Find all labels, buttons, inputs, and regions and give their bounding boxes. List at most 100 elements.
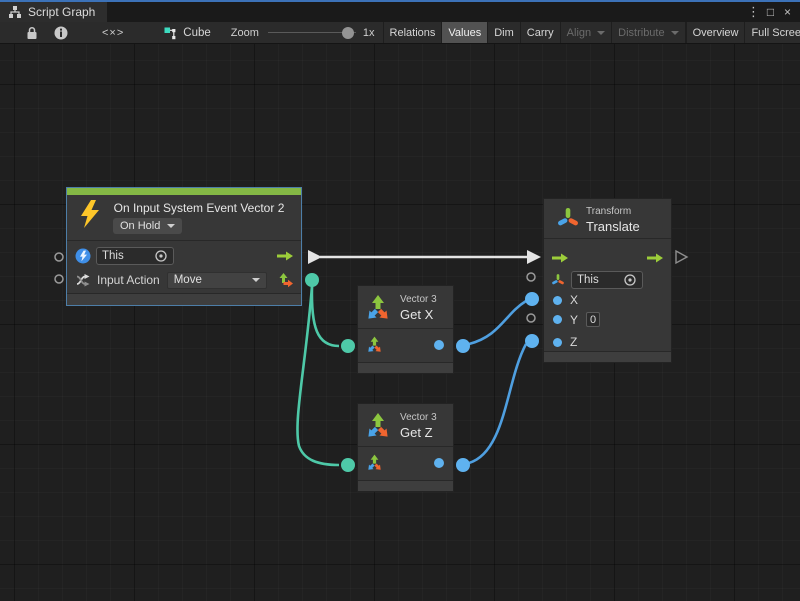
translate-this-input-port[interactable] [527, 273, 535, 281]
lock-button[interactable] [18, 22, 46, 43]
getx-footer [358, 362, 453, 373]
getx-header: Vector 3 Get X [358, 286, 453, 329]
getz-input-port[interactable] [341, 458, 355, 472]
zoom-control: Zoom 1x [231, 22, 375, 43]
graph-name: Cube [183, 27, 211, 39]
zoom-value: 1x [363, 27, 375, 39]
getx-type-label: Vector 3 [400, 294, 437, 305]
translate-output-trigger-port[interactable] [676, 251, 687, 263]
code-view-button[interactable]: <×> [94, 22, 132, 43]
object-picker-icon[interactable] [623, 273, 637, 287]
object-picker-icon[interactable] [154, 249, 168, 263]
event-node-footer [67, 293, 301, 305]
info-icon [54, 26, 68, 40]
event-mode-dropdown[interactable]: On Hold [113, 218, 182, 234]
zoom-label: Zoom [231, 27, 259, 39]
graph-breadcrumb[interactable]: Cube [160, 22, 215, 43]
input-action-value: Move [174, 274, 202, 286]
flow-arrow-out-icon [646, 252, 664, 264]
input-action-dropdown[interactable]: Move [167, 272, 267, 289]
event-this-input-port[interactable] [55, 253, 63, 261]
event-vector2-output-port[interactable] [305, 273, 319, 287]
tab-script-graph[interactable]: Script Graph [0, 2, 107, 22]
getx-body [358, 330, 453, 360]
divider [67, 240, 301, 241]
distribute-dropdown[interactable]: Distribute [612, 22, 685, 43]
window-menu-button[interactable]: ⋮ [745, 4, 762, 20]
getz-output-port[interactable] [456, 458, 470, 472]
carry-button[interactable]: Carry [521, 22, 561, 43]
vector3-icon [365, 412, 391, 440]
y-port-dot[interactable] [553, 315, 562, 324]
getz-footer [358, 480, 453, 491]
lightning-icon [80, 200, 100, 228]
info-button[interactable] [46, 22, 76, 43]
z-label: Z [570, 335, 577, 349]
y-value-input[interactable]: 0 [586, 312, 600, 327]
chevron-down-icon [252, 278, 260, 282]
relations-button[interactable]: Relations [384, 22, 443, 43]
translate-y-row: Y 0 [553, 312, 664, 327]
script-graph-window: Script Graph ⋮ □ × <×> [0, 0, 800, 601]
getx-op-label: Get X [400, 307, 433, 322]
chevron-down-icon [597, 31, 605, 35]
x-label: X [570, 293, 578, 307]
node-on-input-system-event[interactable]: On Input System Event Vector 2 On Hold T… [66, 187, 302, 306]
full-screen-button[interactable]: Full Screen [745, 22, 800, 43]
window-controls: ⋮ □ × [745, 2, 796, 22]
event-node-title: On Input System Event Vector 2 [101, 201, 297, 215]
translate-x-input-port[interactable] [525, 292, 539, 306]
node-get-x[interactable]: Vector 3 Get X [357, 285, 454, 374]
event-this-row: This [75, 247, 294, 265]
event-node-green-bar [67, 188, 301, 195]
overview-button[interactable]: Overview [686, 22, 746, 43]
translate-z-input-port[interactable] [525, 334, 539, 348]
vector3-mini-icon[interactable] [366, 336, 383, 354]
getz-result-port[interactable] [434, 458, 444, 468]
zoom-slider-handle[interactable] [342, 27, 354, 39]
z-port-dot[interactable] [553, 338, 562, 347]
translate-this-field[interactable]: This [571, 271, 643, 289]
lock-icon [26, 26, 38, 40]
align-label: Align [567, 27, 591, 39]
getz-op-label: Get Z [400, 425, 433, 440]
event-output-trigger-port[interactable] [308, 250, 322, 264]
event-inputaction-row: Input Action Move [75, 271, 294, 289]
graph-icon [164, 26, 178, 40]
translate-input-trigger-port[interactable] [527, 250, 541, 264]
getx-input-port[interactable] [341, 339, 355, 353]
input-action-icon [75, 272, 91, 288]
chevron-down-icon [671, 31, 679, 35]
translate-y-input-port[interactable] [527, 314, 535, 322]
translate-this-row: This [551, 271, 664, 289]
vector2-icon [278, 272, 294, 288]
node-translate[interactable]: Transform Translate [543, 198, 672, 363]
y-label: Y [570, 313, 578, 327]
node-get-z[interactable]: Vector 3 Get Z [357, 403, 454, 492]
input-action-label: Input Action [97, 273, 160, 287]
maximize-button[interactable]: □ [762, 5, 779, 19]
event-inputaction-input-port[interactable] [55, 275, 63, 283]
translate-x-row: X [553, 293, 664, 307]
tab-label: Script Graph [28, 5, 95, 19]
align-dropdown[interactable]: Align [561, 22, 612, 43]
translate-header: Transform Translate [544, 199, 671, 239]
dim-button[interactable]: Dim [488, 22, 521, 43]
translate-z-row: Z [553, 335, 664, 349]
values-button[interactable]: Values [442, 22, 488, 43]
getx-output-port[interactable] [456, 339, 470, 353]
getx-result-port[interactable] [434, 340, 444, 350]
x-port-dot[interactable] [553, 296, 562, 305]
transform-mini-icon[interactable] [551, 273, 565, 287]
event-this-field[interactable]: This [96, 247, 174, 265]
close-button[interactable]: × [779, 5, 796, 19]
vector3-mini-icon[interactable] [366, 454, 383, 472]
title-bar: Script Graph ⋮ □ × [0, 0, 800, 22]
vector3-icon [365, 294, 391, 322]
graph-canvas[interactable]: On Input System Event Vector 2 On Hold T… [0, 44, 800, 601]
graph-toolbar: <×> Cube Zoom 1x Relations Values Dim Ca… [0, 22, 800, 44]
translate-category-label: Transform [586, 206, 631, 217]
wire-vector2-to-getx [312, 286, 339, 346]
zoom-slider[interactable] [268, 22, 356, 44]
flow-arrow-icon [276, 250, 294, 262]
